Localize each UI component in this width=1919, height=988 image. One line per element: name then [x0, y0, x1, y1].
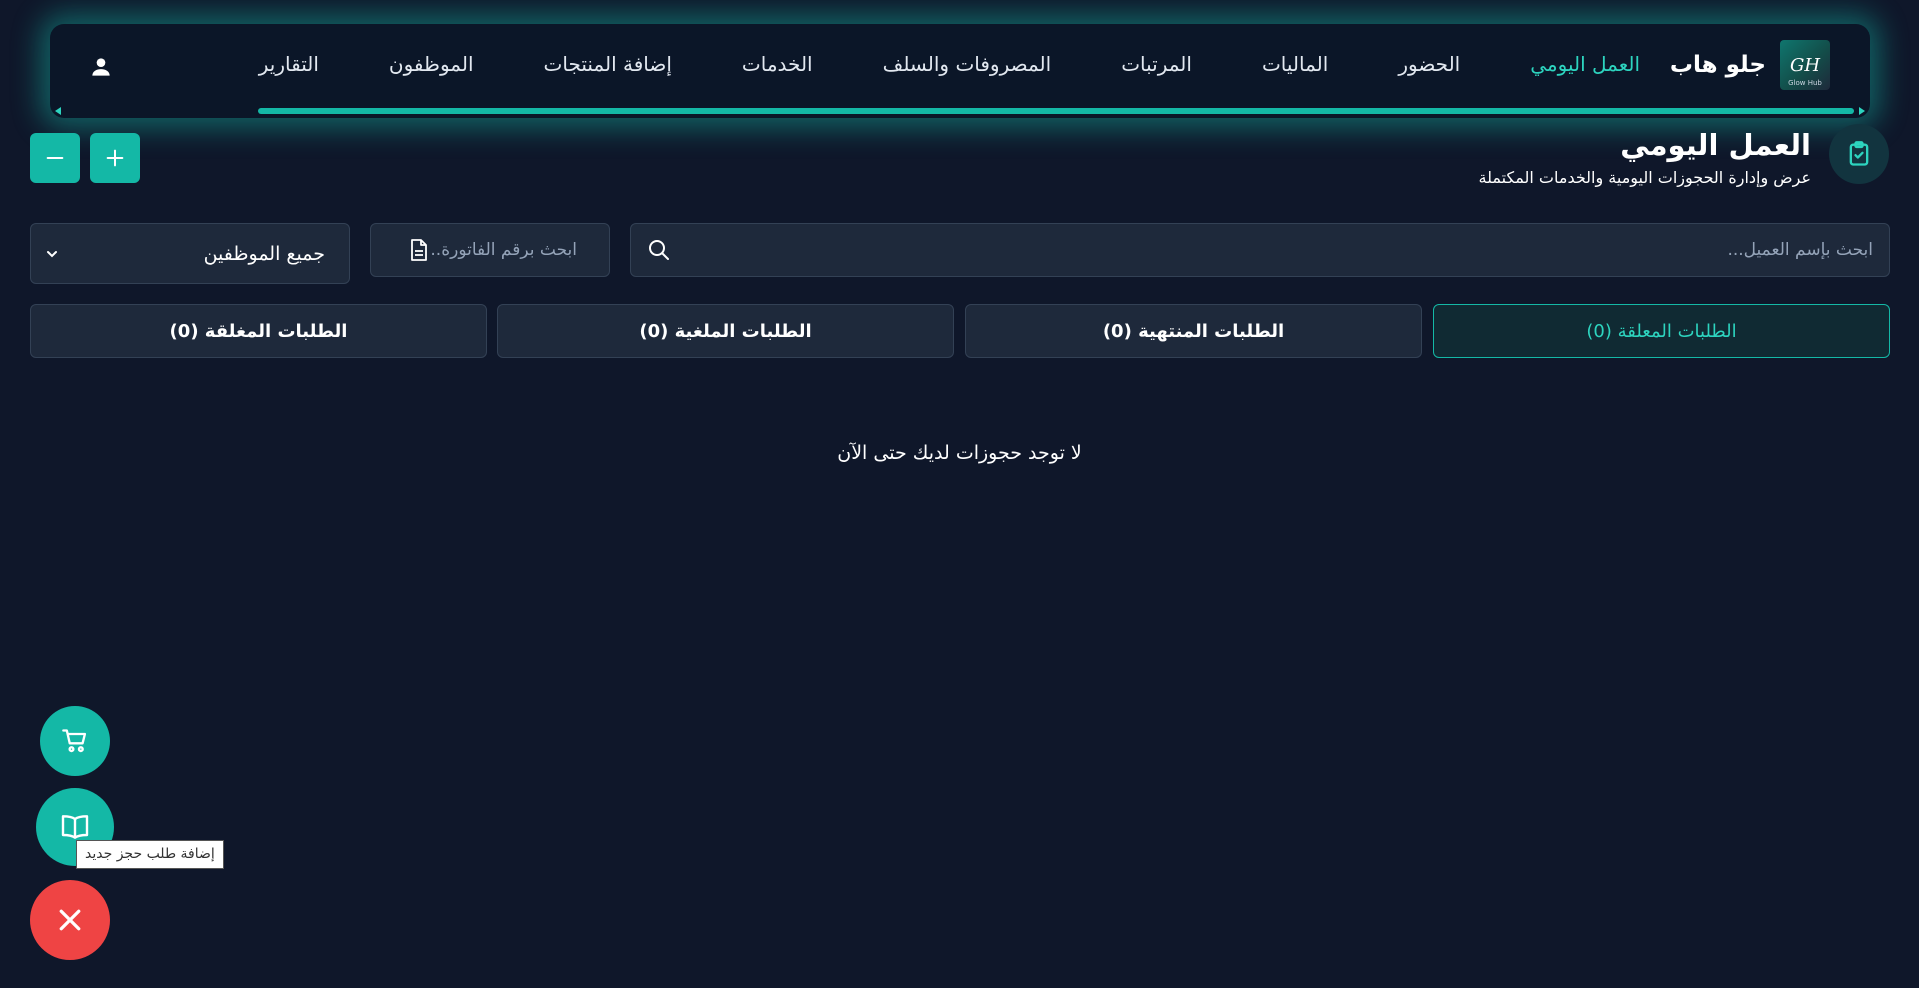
nav-item-salaries[interactable]: المرتبات	[1121, 52, 1192, 76]
plus-icon	[106, 149, 124, 167]
employee-select[interactable]: جميع الموظفين	[30, 223, 350, 284]
invoice-search-input[interactable]	[429, 239, 579, 261]
brand-name: جلو هاب	[1669, 52, 1766, 78]
cart-icon	[62, 729, 87, 753]
minus-icon	[46, 156, 64, 160]
add-booking-tooltip: إضافة طلب حجز جديد	[76, 840, 224, 869]
document-icon	[411, 239, 427, 261]
nav-item-attendance[interactable]: الحضور	[1398, 52, 1460, 76]
nav-item-services[interactable]: الخدمات	[742, 52, 813, 76]
cart-fab-button[interactable]	[40, 706, 110, 776]
customer-search	[630, 223, 1890, 277]
tab-cancelled[interactable]: الطلبات الملغية (0)	[497, 304, 954, 358]
logo-monogram: GH	[1789, 54, 1821, 76]
top-navbar: GH Glow Hub جلو هاب العمل اليومي الحضور …	[50, 24, 1870, 118]
user-icon[interactable]	[88, 54, 114, 80]
nav-item-reports[interactable]: التقارير	[259, 52, 319, 76]
invoice-search	[370, 223, 610, 277]
clipboard-check-icon	[1829, 124, 1889, 184]
chevron-down-icon	[47, 250, 57, 257]
nav-item-expenses-advances[interactable]: المصروفات والسلف	[883, 52, 1052, 76]
scroll-right-arrow-icon[interactable]	[1859, 107, 1865, 115]
page-header: العمل اليومي عرض وإدارة الحجوزات اليومية…	[1478, 122, 1889, 187]
scrollbar-thumb[interactable]	[258, 108, 1854, 114]
tab-closed[interactable]: الطلبات المغلقة (0)	[30, 304, 487, 358]
scroll-left-arrow-icon[interactable]	[55, 107, 61, 115]
close-fab-button[interactable]	[30, 880, 110, 960]
nav-item-daily-work[interactable]: العمل اليومي	[1530, 52, 1640, 76]
zoom-out-button[interactable]	[30, 133, 80, 183]
search-icon[interactable]	[647, 238, 671, 262]
nav-links: العمل اليومي الحضور الماليات المرتبات ال…	[189, 24, 1640, 104]
book-icon	[61, 815, 89, 839]
employee-select-value: جميع الموظفين	[203, 242, 325, 265]
customer-search-input[interactable]	[671, 224, 1889, 276]
tab-pending[interactable]: الطلبات المعلقة (0)	[1433, 304, 1890, 358]
brand-logo: GH Glow Hub	[1780, 40, 1830, 90]
nav-scrollbar[interactable]	[50, 104, 1870, 118]
zoom-in-button[interactable]	[90, 133, 140, 183]
nav-item-finances[interactable]: الماليات	[1262, 52, 1328, 76]
close-icon	[59, 909, 81, 931]
page-subtitle: عرض وإدارة الحجوزات اليومية والخدمات الم…	[1478, 168, 1811, 187]
status-tabs: الطلبات المعلقة (0) الطلبات المنتهية (0)…	[30, 304, 1890, 358]
tab-finished[interactable]: الطلبات المنتهية (0)	[965, 304, 1422, 358]
brand[interactable]: GH Glow Hub جلو هاب	[1670, 40, 1830, 90]
logo-subtext: Glow Hub	[1788, 79, 1822, 87]
nav-item-add-products[interactable]: إضافة المنتجات	[544, 52, 672, 76]
page-title: العمل اليومي	[1620, 128, 1811, 162]
empty-state-message: لا توجد حجوزات لديك حتى الآن	[837, 442, 1082, 464]
nav-item-employees[interactable]: الموظفون	[389, 52, 474, 76]
